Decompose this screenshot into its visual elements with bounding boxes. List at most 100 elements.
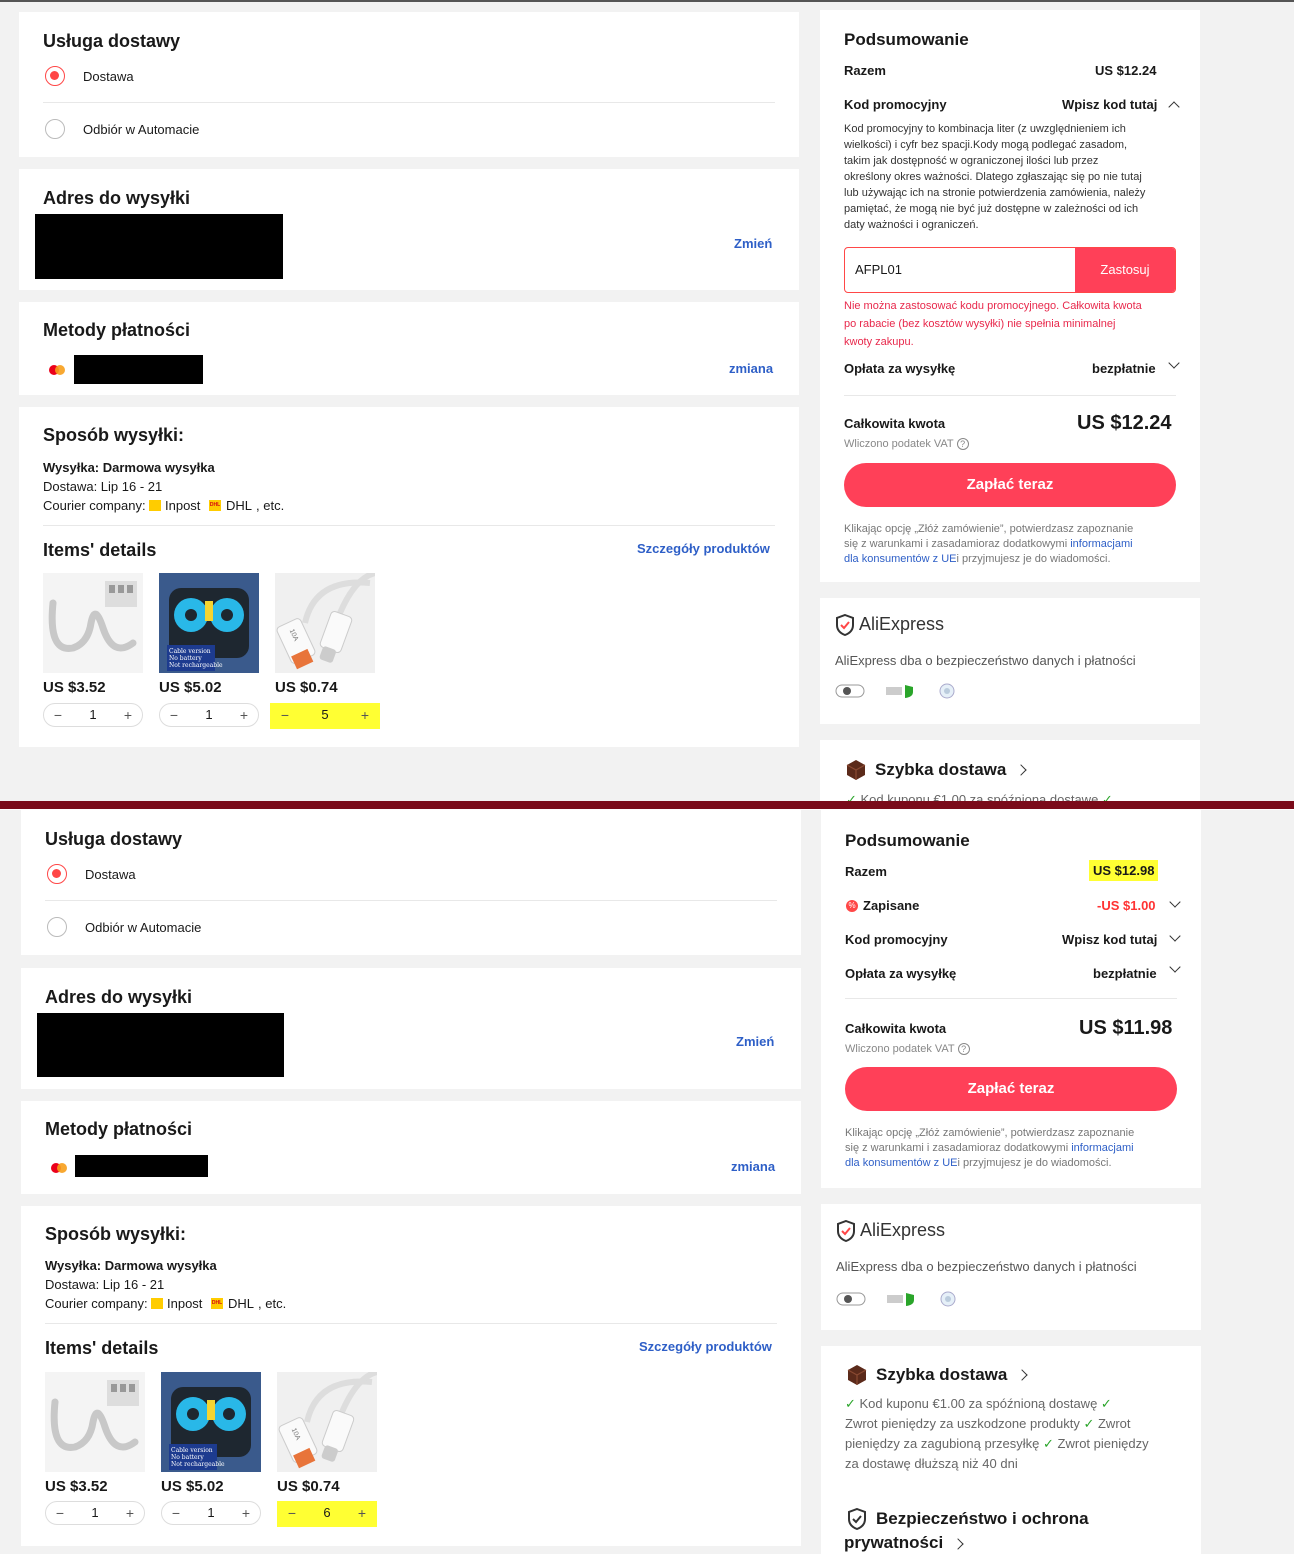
- shield-check-icon: [836, 614, 854, 636]
- qty-value-3[interactable]: 6: [308, 1505, 346, 1520]
- plus-icon[interactable]: +: [234, 706, 254, 724]
- chevron-right-icon[interactable]: [1016, 1369, 1028, 1381]
- inpost-icon: [151, 1298, 163, 1309]
- fast-delivery-card: Szybka dostawa ✓ Kod kuponu €1.00 za spó…: [820, 740, 1200, 801]
- promo-code-input[interactable]: AFPL01: [855, 262, 902, 277]
- product-image-phone-cooler[interactable]: Cable version No battery Not rechargeable: [161, 1372, 261, 1472]
- perks-list: ✓ Kod kuponu €1.00 za spóźnioną dostawę …: [845, 1396, 1149, 1471]
- pci-badge-icon: [886, 685, 913, 698]
- help-icon[interactable]: ?: [956, 438, 969, 450]
- minus-icon[interactable]: −: [282, 1504, 302, 1522]
- qty-stepper-2[interactable]: −1 +: [161, 1501, 261, 1525]
- courier-label: Courier company:: [45, 1296, 148, 1311]
- qty-value-1[interactable]: 1: [76, 1505, 114, 1520]
- product-image-usb-cable[interactable]: 10A: [275, 573, 375, 673]
- item-price-2: US $5.02: [159, 679, 222, 696]
- delivery-card: Usługa dostawy Dostawa Odbiór w Automaci…: [19, 12, 799, 157]
- minus-icon[interactable]: −: [48, 706, 68, 724]
- shipping-fee-label: Opłata za wysyłkę: [845, 966, 957, 981]
- plus-icon[interactable]: +: [120, 1504, 140, 1522]
- qty-stepper-1[interactable]: −1 +: [43, 703, 143, 727]
- chevron-down-icon[interactable]: [1169, 896, 1181, 908]
- chevron-down-icon[interactable]: [1169, 930, 1181, 942]
- qty-value-2[interactable]: 1: [192, 1505, 230, 1520]
- qty-value-1[interactable]: 1: [74, 707, 112, 722]
- chevron-down-icon[interactable]: [1169, 961, 1181, 973]
- package-icon: [846, 760, 866, 780]
- plus-icon[interactable]: +: [236, 1504, 256, 1522]
- promo-toggle[interactable]: Wpisz kod tutaj: [1062, 932, 1157, 947]
- minus-icon[interactable]: −: [50, 1504, 70, 1522]
- info-link[interactable]: informacjami: [1070, 538, 1132, 550]
- divider: [43, 525, 775, 526]
- chevron-right-icon[interactable]: [1015, 764, 1027, 776]
- radio-automat-label: Odbiór w Automacie: [83, 122, 200, 137]
- product-image-phone-cooler[interactable]: Cable version No battery Not rechargeable: [159, 573, 259, 673]
- radio-dostawa[interactable]: [45, 66, 65, 86]
- chevron-down-icon[interactable]: [1168, 357, 1180, 369]
- divider: [45, 900, 777, 901]
- payment-change-link[interactable]: zmiana: [731, 1159, 775, 1174]
- shipping-title: Sposób wysyłki:: [45, 1224, 187, 1244]
- dhl-icon: DHL: [209, 500, 221, 511]
- minus-icon[interactable]: −: [166, 1504, 186, 1522]
- minus-icon[interactable]: −: [275, 706, 295, 724]
- security-badge-icon: [836, 1292, 866, 1306]
- pay-now-button[interactable]: Zapłać teraz: [844, 463, 1176, 507]
- product-image-usb-cable[interactable]: 10A: [277, 1372, 377, 1472]
- plus-icon[interactable]: +: [355, 706, 375, 724]
- thumb-text-2: No battery: [171, 1454, 204, 1461]
- qty-stepper-2[interactable]: −1 +: [159, 703, 259, 727]
- product-image-cable-coil[interactable]: [45, 1372, 145, 1472]
- thumb-text-1: Cable version: [171, 1447, 213, 1454]
- mastercard-icon: [49, 1161, 69, 1175]
- radio-dostawa[interactable]: [47, 864, 67, 884]
- trust-card: AliExpress AliExpress dba o bezpieczeńst…: [820, 598, 1200, 724]
- aliexpress-logo: AliExpress: [860, 1220, 946, 1240]
- minus-icon[interactable]: −: [164, 706, 184, 724]
- shipping-method: Wysyłka: Darmowa wysyłka: [45, 1258, 217, 1273]
- screenshot-before: Usługa dostawy Dostawa Odbiór w Automaci…: [0, 2, 1294, 801]
- payment-title: Metody płatności: [43, 320, 191, 340]
- chevron-right-icon[interactable]: [952, 1538, 964, 1550]
- package-icon: [847, 1365, 867, 1385]
- address-change-link[interactable]: Zmień: [736, 1034, 774, 1049]
- saved-value: -US $1.00: [1097, 898, 1156, 913]
- qty-stepper-1[interactable]: −1 +: [45, 1501, 145, 1525]
- item-price-2: US $5.02: [161, 1478, 224, 1495]
- qty-stepper-3[interactable]: −6 +: [277, 1501, 377, 1527]
- payment-change-link[interactable]: zmiana: [729, 361, 773, 376]
- qty-value-3[interactable]: 5: [301, 707, 349, 722]
- qty-value-2[interactable]: 1: [190, 707, 228, 722]
- card-number-redacted: [74, 355, 203, 384]
- fast-delivery-title: Szybka dostawa: [875, 760, 1007, 779]
- eu-consumers-link[interactable]: dla konsumentów z UE: [844, 553, 957, 565]
- apply-button[interactable]: Zastosuj: [1075, 248, 1175, 292]
- radio-automat[interactable]: [47, 917, 67, 937]
- product-details-link[interactable]: Szczegóły produktów: [637, 541, 770, 556]
- info-link[interactable]: informacjami: [1071, 1142, 1133, 1154]
- total-label: Całkowita kwota: [845, 1021, 947, 1036]
- promo-code-field[interactable]: AFPL01 Zastosuj: [844, 247, 1176, 293]
- pay-now-button[interactable]: Zapłać teraz: [845, 1067, 1177, 1111]
- chevron-up-icon[interactable]: [1168, 101, 1180, 113]
- promo-label: Kod promocyjny: [844, 97, 947, 112]
- address-change-link[interactable]: Zmień: [734, 236, 772, 251]
- plus-icon[interactable]: +: [118, 706, 138, 724]
- summary-title: Podsumowanie: [845, 831, 970, 850]
- product-image-cable-coil[interactable]: [43, 573, 143, 673]
- help-icon[interactable]: ?: [957, 1043, 970, 1055]
- address-redacted: [35, 214, 283, 279]
- item-price-1: US $3.52: [43, 679, 106, 696]
- items-title: Items' details: [43, 540, 157, 560]
- promo-toggle[interactable]: Wpisz kod tutaj: [1062, 97, 1157, 112]
- eu-consumers-link[interactable]: dla konsumentów z UE: [845, 1157, 958, 1169]
- qty-stepper-3[interactable]: −5 +: [270, 703, 380, 729]
- plus-icon[interactable]: +: [352, 1504, 372, 1522]
- radio-dostawa-label: Dostawa: [83, 69, 134, 84]
- vat-note: Wliczono podatek VAT?: [845, 1043, 970, 1055]
- radio-automat[interactable]: [45, 119, 65, 139]
- subtotal-label: Razem: [845, 864, 887, 879]
- product-details-link[interactable]: Szczegóły produktów: [639, 1339, 772, 1354]
- saved-label: Zapisane: [863, 898, 920, 913]
